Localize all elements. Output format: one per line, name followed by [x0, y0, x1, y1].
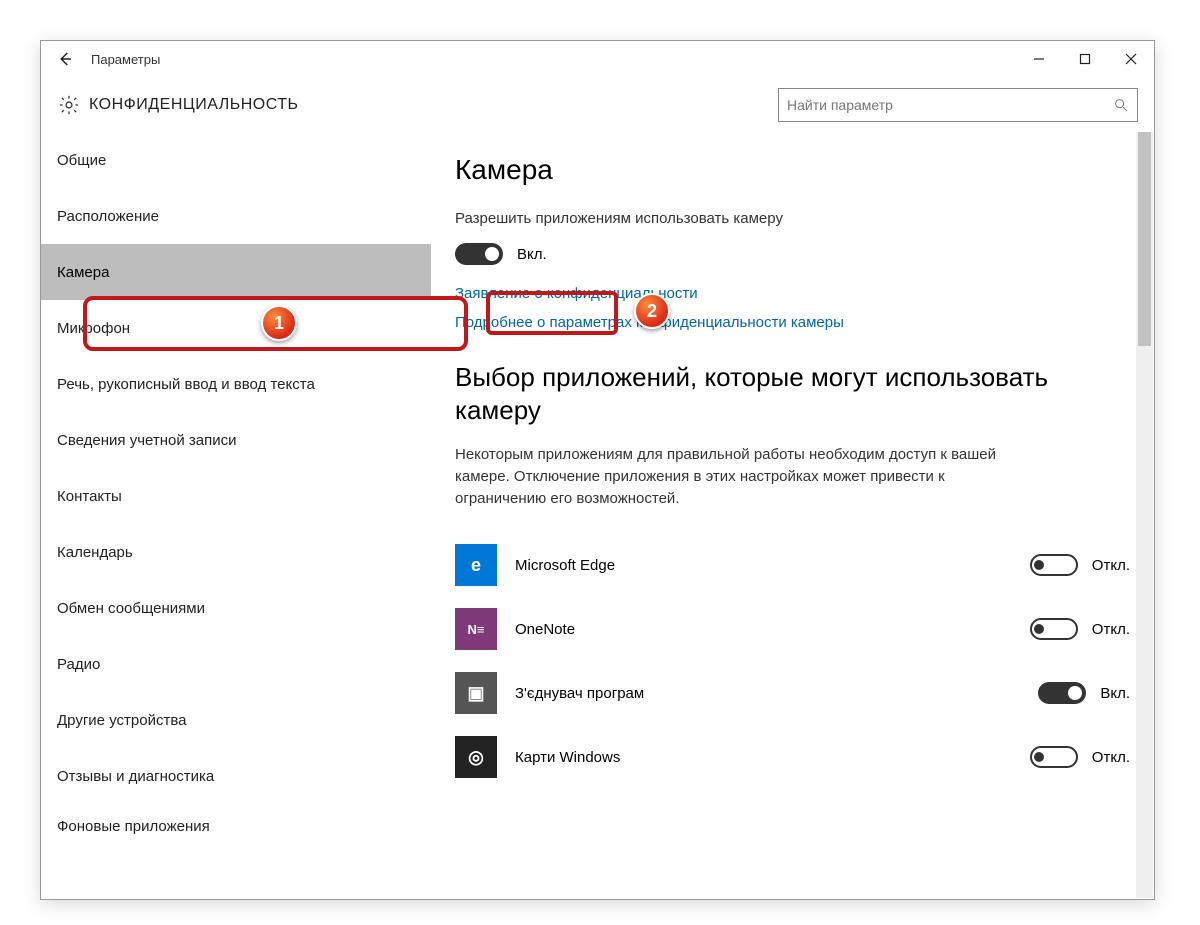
app-toggle[interactable]: [1030, 618, 1078, 640]
sidebar-item-4[interactable]: Речь, рукописный ввод и ввод текста: [41, 356, 431, 412]
content-pane[interactable]: Камера Разрешить приложениям использоват…: [431, 132, 1154, 899]
app-toggle[interactable]: [1030, 554, 1078, 576]
camera-main-toggle-label: Вкл.: [517, 246, 547, 263]
sidebar-item-12[interactable]: Фоновые приложения: [41, 804, 431, 848]
sidebar[interactable]: ОбщиеРасположениеКамераМикрофонРечь, рук…: [41, 132, 431, 899]
app-row-2: ▣ З'єднувач програм Вкл.: [455, 661, 1130, 725]
window-controls: [1016, 41, 1154, 77]
close-icon: [1125, 53, 1137, 65]
app-name-label: З'єднувач програм: [515, 685, 1020, 702]
app-name-label: Microsoft Edge: [515, 557, 1012, 574]
gear-icon: [58, 94, 80, 116]
sidebar-item-0[interactable]: Общие: [41, 132, 431, 188]
app-toggle-group: Откл.: [1030, 554, 1130, 576]
onenote-icon: N≡: [455, 608, 497, 650]
scrollbar-thumb[interactable]: [1138, 132, 1151, 346]
minimize-button[interactable]: [1016, 41, 1062, 77]
page-title: Камера: [455, 154, 1130, 186]
settings-gear[interactable]: [49, 87, 89, 123]
section-title: КОНФИДЕНЦИАЛЬНОСТЬ: [89, 96, 299, 114]
connector-icon: ▣: [455, 672, 497, 714]
arrow-left-icon: [56, 50, 74, 68]
privacy-more-link[interactable]: Подробнее о параметрах конфиденциальност…: [455, 314, 1130, 331]
camera-main-toggle[interactable]: [455, 243, 503, 265]
maps-icon: ◎: [455, 736, 497, 778]
sidebar-item-11[interactable]: Отзывы и диагностика: [41, 748, 431, 804]
content-scrollbar[interactable]: [1136, 132, 1153, 898]
allow-apps-label: Разрешить приложениям использовать камер…: [455, 210, 1130, 227]
window-title: Параметры: [91, 52, 160, 67]
sidebar-item-3[interactable]: Микрофон: [41, 300, 431, 356]
header: КОНФИДЕНЦИАЛЬНОСТЬ: [41, 77, 1154, 132]
edge-icon: e: [455, 544, 497, 586]
search-icon: [1113, 97, 1129, 113]
app-toggle-group: Откл.: [1030, 746, 1130, 768]
titlebar: Параметры: [41, 41, 1154, 77]
app-list: e Microsoft Edge Откл. N≡ OneNote Откл. ▣ З'єдн…: [455, 533, 1130, 789]
camera-main-toggle-row: Вкл.: [455, 243, 1130, 265]
app-toggle[interactable]: [1030, 746, 1078, 768]
search-input[interactable]: [787, 97, 1113, 113]
app-toggle-label: Откл.: [1092, 557, 1130, 574]
close-button[interactable]: [1108, 41, 1154, 77]
maximize-button[interactable]: [1062, 41, 1108, 77]
app-row-0: e Microsoft Edge Откл.: [455, 533, 1130, 597]
app-row-3: ◎ Карти Windows Откл.: [455, 725, 1130, 789]
settings-window: Параметры КОНФИДЕНЦИАЛЬНОСТЬ ОбщиеРаспол…: [40, 40, 1155, 900]
search-box[interactable]: [778, 88, 1138, 122]
app-name-label: OneNote: [515, 621, 1012, 638]
app-name-label: Карти Windows: [515, 749, 1012, 766]
back-button[interactable]: [41, 41, 89, 77]
app-toggle-label: Откл.: [1092, 749, 1130, 766]
maximize-icon: [1079, 53, 1091, 65]
sidebar-item-9[interactable]: Радио: [41, 636, 431, 692]
app-toggle-group: Вкл.: [1038, 682, 1130, 704]
sidebar-item-6[interactable]: Контакты: [41, 468, 431, 524]
app-toggle-group: Откл.: [1030, 618, 1130, 640]
choose-apps-heading: Выбор приложений, которые могут использо…: [455, 361, 1130, 426]
app-row-1: N≡ OneNote Откл.: [455, 597, 1130, 661]
sidebar-item-7[interactable]: Календарь: [41, 524, 431, 580]
app-toggle-label: Вкл.: [1100, 685, 1130, 702]
choose-apps-description: Некоторым приложениям для правильной раб…: [455, 444, 1015, 509]
privacy-statement-link[interactable]: Заявление о конфиденциальности: [455, 285, 1130, 302]
sidebar-item-1[interactable]: Расположение: [41, 188, 431, 244]
sidebar-item-5[interactable]: Сведения учетной записи: [41, 412, 431, 468]
sidebar-item-2[interactable]: Камера: [41, 244, 431, 300]
sidebar-item-8[interactable]: Обмен сообщениями: [41, 580, 431, 636]
sidebar-item-10[interactable]: Другие устройства: [41, 692, 431, 748]
app-toggle[interactable]: [1038, 682, 1086, 704]
minimize-icon: [1033, 53, 1045, 65]
app-toggle-label: Откл.: [1092, 621, 1130, 638]
